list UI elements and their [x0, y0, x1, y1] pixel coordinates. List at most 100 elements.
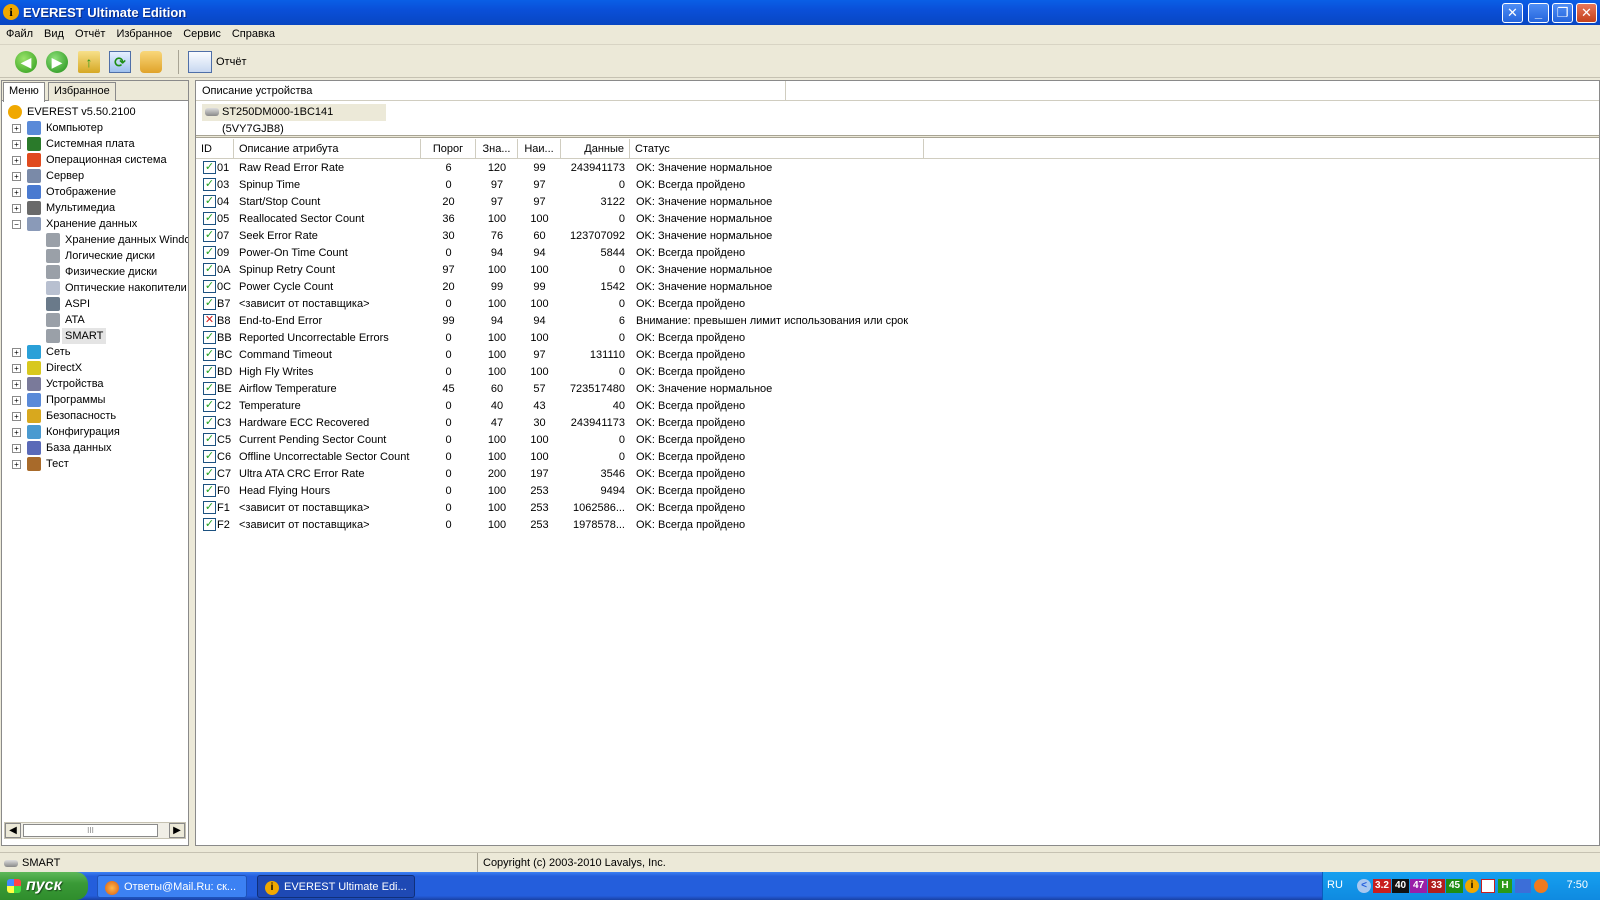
scroll-thumb[interactable]: III: [23, 824, 158, 837]
table-row[interactable]: ✓ 0C Power Cycle Count 20 99 99 1542 OK: Значен…: [196, 279, 1599, 296]
table-row[interactable]: ✓ B7 <зависит от поставщика> 0 100 100 0 OK: Вс…: [196, 296, 1599, 313]
network-tray-icon[interactable]: [1515, 879, 1531, 893]
expand-icon[interactable]: +: [12, 172, 21, 181]
tree-node[interactable]: + Операционная система: [2, 152, 188, 168]
report-icon[interactable]: [188, 51, 212, 73]
tree-node[interactable]: EVEREST v5.50.2100: [2, 104, 188, 120]
expand-icon[interactable]: +: [12, 396, 21, 405]
start-button[interactable]: пуск: [0, 872, 88, 900]
expand-icon[interactable]: +: [12, 188, 21, 197]
table-row[interactable]: ✓ C7 Ultra ATA CRC Error Rate 0 200 197 3546 OK…: [196, 466, 1599, 483]
report-button-label[interactable]: Отчёт: [216, 56, 246, 68]
tree-node[interactable]: SMART: [2, 328, 188, 344]
everest-app-icon[interactable]: i: [3, 4, 19, 20]
expand-icon[interactable]: +: [12, 124, 21, 133]
minimize-button[interactable]: _: [1528, 3, 1549, 23]
table-row[interactable]: ✓ F2 <зависит от поставщика> 0 100 253 1978578…: [196, 517, 1599, 534]
tree-node[interactable]: + Сервер: [2, 168, 188, 184]
table-row[interactable]: ✓ C3 Hardware ECC Recovered 0 47 30 243941173 O…: [196, 415, 1599, 432]
expand-icon[interactable]: +: [12, 380, 21, 389]
tree-node[interactable]: + Конфигурация: [2, 424, 188, 440]
expand-icon[interactable]: +: [12, 460, 21, 469]
menu-report[interactable]: Отчёт: [69, 25, 110, 40]
tab-menu[interactable]: Меню: [3, 82, 45, 102]
forward-icon[interactable]: ▶: [46, 51, 68, 73]
tray-temp3-value[interactable]: 33: [1428, 879, 1445, 893]
table-row[interactable]: ✓ BC Command Timeout 0 100 97 131110 OK: Всегда…: [196, 347, 1599, 364]
tree-node[interactable]: − Хранение данных: [2, 216, 188, 232]
tree-node[interactable]: + Системная плата: [2, 136, 188, 152]
col-data[interactable]: Данные: [561, 139, 630, 159]
menu-view[interactable]: Вид: [38, 25, 69, 40]
tray-temp-value[interactable]: 40: [1392, 879, 1409, 893]
collapse-icon[interactable]: −: [12, 220, 21, 229]
table-row[interactable]: ✓ F0 Head Flying Hours 0 100 253 9494 OK: Всегд…: [196, 483, 1599, 500]
back-icon[interactable]: ◀: [15, 51, 37, 73]
refresh-icon[interactable]: ⟳: [109, 51, 131, 73]
tree-node[interactable]: ATA: [2, 312, 188, 328]
col-threshold[interactable]: Порог: [421, 139, 476, 159]
tree-node[interactable]: + Тест: [2, 456, 188, 472]
table-row[interactable]: ✕ B8 End-to-End Error 99 94 94 6 Внимание: прев…: [196, 313, 1599, 330]
expand-icon[interactable]: +: [12, 444, 21, 453]
clock[interactable]: 7:50: [1567, 879, 1588, 891]
tree-node[interactable]: + DirectX: [2, 360, 188, 376]
table-row[interactable]: ✓ 05 Reallocated Sector Count 36 100 100 0 OK: …: [196, 211, 1599, 228]
table-row[interactable]: ✓ 01 Raw Read Error Rate 6 120 99 243941173 OK:…: [196, 160, 1599, 177]
col-id[interactable]: ID: [196, 139, 234, 159]
expand-icon[interactable]: +: [12, 428, 21, 437]
tree-node[interactable]: + Устройства: [2, 376, 188, 392]
table-row[interactable]: ✓ BB Reported Uncorrectable Errors 0 100 100 0…: [196, 330, 1599, 347]
scroll-right-icon[interactable]: ▶: [169, 823, 185, 838]
users-icon[interactable]: [140, 51, 162, 73]
taskbar-item-browser[interactable]: Ответы@Mail.Ru: ск...: [97, 875, 247, 898]
restore-button[interactable]: ❐: [1552, 3, 1573, 23]
expand-icon[interactable]: +: [12, 156, 21, 165]
table-row[interactable]: ✓ 0A Spinup Retry Count 97 100 100 0 OK: Значен…: [196, 262, 1599, 279]
close-doc-button[interactable]: ✕: [1502, 3, 1523, 23]
title-bar[interactable]: i EVEREST Ultimate Edition ✕ _ ❐ ✕: [0, 0, 1600, 25]
tree-node[interactable]: + Программы: [2, 392, 188, 408]
language-indicator[interactable]: RU: [1327, 879, 1343, 891]
tray-temp2-value[interactable]: 47: [1410, 879, 1427, 893]
horizontal-scrollbar[interactable]: ◀ III ▶: [4, 822, 186, 839]
expand-icon[interactable]: +: [12, 348, 21, 357]
expand-icon[interactable]: +: [12, 364, 21, 373]
table-row[interactable]: ✓ F1 <зависит от поставщика> 0 100 253 1062586…: [196, 500, 1599, 517]
col-value[interactable]: Зна...: [476, 139, 518, 159]
expand-icon[interactable]: +: [12, 412, 21, 421]
table-row[interactable]: ✓ 09 Power-On Time Count 0 94 94 5844 OK: Всегд…: [196, 245, 1599, 262]
tree-node[interactable]: Хранение данных Windo: [2, 232, 188, 248]
tree-node[interactable]: + Сеть: [2, 344, 188, 360]
col-worst[interactable]: Наи...: [518, 139, 561, 159]
close-button[interactable]: ✕: [1576, 3, 1597, 23]
menu-file[interactable]: Файл: [0, 25, 38, 40]
tree-node[interactable]: + Отображение: [2, 184, 188, 200]
taskbar-item-everest[interactable]: i EVEREST Ultimate Edi...: [257, 875, 415, 898]
expand-icon[interactable]: +: [12, 140, 21, 149]
pane-splitter[interactable]: [196, 135, 1599, 138]
tree-node[interactable]: Физические диски: [2, 264, 188, 280]
device-description-column[interactable]: Описание устройства: [196, 81, 786, 101]
chart-tray-icon[interactable]: [1481, 879, 1495, 893]
table-row[interactable]: ✓ 03 Spinup Time 0 97 97 0 OK: Всегда пройдено: [196, 177, 1599, 194]
tray-cpu-value[interactable]: 3.2: [1373, 879, 1391, 893]
table-row[interactable]: ✓ BD High Fly Writes 0 100 100 0 OK: Всегда про…: [196, 364, 1599, 381]
table-row[interactable]: ✓ BE Airflow Temperature 45 60 57 723517480 OK:…: [196, 381, 1599, 398]
tree-node[interactable]: Оптические накопители: [2, 280, 188, 296]
table-row[interactable]: ✓ 07 Seek Error Rate 30 76 60 123707092 OK: Зна…: [196, 228, 1599, 245]
tray-temp4-value[interactable]: 45: [1446, 879, 1463, 893]
table-row[interactable]: ✓ C5 Current Pending Sector Count 0 100 100 0 O…: [196, 432, 1599, 449]
tree-node[interactable]: + Безопасность: [2, 408, 188, 424]
tray-collapse-icon[interactable]: <: [1357, 879, 1371, 893]
col-status[interactable]: Статус: [630, 139, 924, 159]
menu-help[interactable]: Справка: [226, 25, 280, 40]
everest-tray-icon[interactable]: i: [1465, 879, 1479, 893]
tab-favorites[interactable]: Избранное: [48, 82, 116, 101]
device-row[interactable]: ST250DM000-1BC141 (5VY7GJB8): [202, 104, 386, 135]
table-row[interactable]: ✓ 04 Start/Stop Count 20 97 97 3122 OK: Значени…: [196, 194, 1599, 211]
tree-node[interactable]: + Мультимедиа: [2, 200, 188, 216]
expand-icon[interactable]: +: [12, 204, 21, 213]
table-row[interactable]: ✓ C6 Offline Uncorrectable Sector Count 0 10…: [196, 449, 1599, 466]
menu-service[interactable]: Сервис: [177, 25, 226, 40]
